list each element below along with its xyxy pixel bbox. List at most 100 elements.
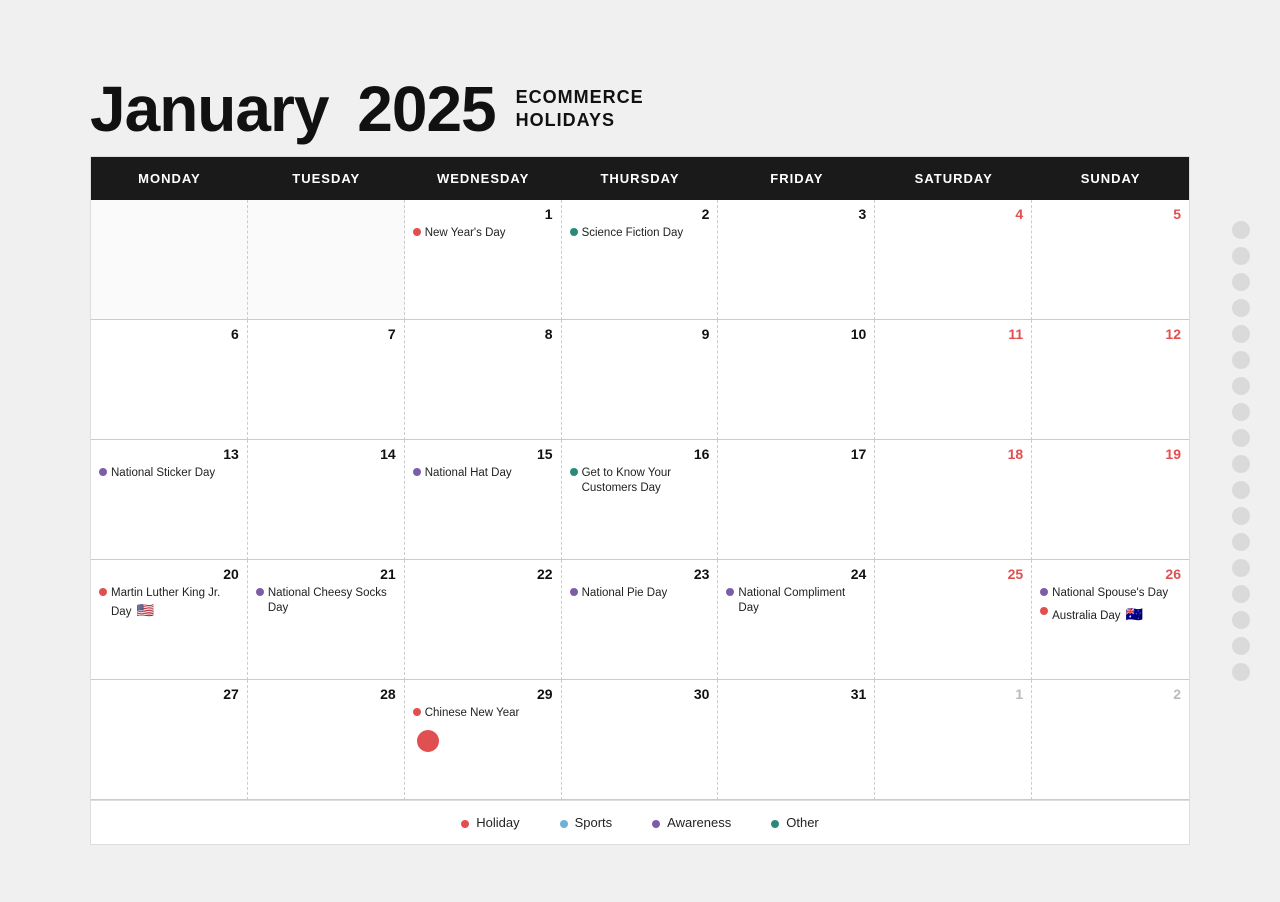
event-compliment-day: National Compliment Day xyxy=(726,586,866,616)
calendar-cell-jan17: 17 xyxy=(718,440,875,560)
legend-holiday: Holiday xyxy=(461,815,519,830)
calendar-cell-jan6: 6 xyxy=(91,320,248,440)
calendar-cell-jan19: 19 xyxy=(1032,440,1189,560)
sidebar-dot[interactable] xyxy=(1232,481,1250,499)
calendar-cell-jan21: 21 National Cheesy Socks Day xyxy=(248,560,405,680)
sidebar-dot[interactable] xyxy=(1232,507,1250,525)
day-number: 9 xyxy=(570,326,710,342)
event-spouse-day: National Spouse's Day xyxy=(1040,586,1181,601)
day-number: 30 xyxy=(570,686,710,702)
holiday-legend-dot xyxy=(461,820,469,828)
awareness-dot xyxy=(570,588,578,596)
calendar-cell-jan24: 24 National Compliment Day xyxy=(718,560,875,680)
calendar-cell-jan29: 29 Chinese New Year xyxy=(405,680,562,800)
calendar-cell-jan28: 28 xyxy=(248,680,405,800)
legend-sports: Sports xyxy=(560,815,613,830)
calendar-cell-jan18: 18 xyxy=(875,440,1032,560)
sidebar-dot[interactable] xyxy=(1232,533,1250,551)
sidebar-dot[interactable] xyxy=(1232,585,1250,603)
calendar-cell-jan25: 25 xyxy=(875,560,1032,680)
awareness-dot xyxy=(1040,588,1048,596)
event-label: Martin Luther King Jr. Day 🇺🇸 xyxy=(111,586,239,620)
event-get-to-know-customers: Get to Know Your Customers Day xyxy=(570,466,710,496)
sidebar-dot[interactable] xyxy=(1232,247,1250,265)
calendar-cell-jan22: 22 xyxy=(405,560,562,680)
subtitle-line1: ECOMMERCE xyxy=(516,86,644,109)
day-number: 19 xyxy=(1040,446,1181,462)
event-label: Chinese New Year xyxy=(425,706,520,721)
sidebar-dot[interactable] xyxy=(1232,325,1250,343)
subtitle: ECOMMERCE HOLIDAYS xyxy=(516,86,644,133)
sidebar-dot[interactable] xyxy=(1232,403,1250,421)
event-label: National Pie Day xyxy=(582,586,668,601)
year-label: 2025 xyxy=(357,73,495,145)
legend-other: Other xyxy=(771,815,819,830)
event-pie-day: National Pie Day xyxy=(570,586,710,601)
sidebar-dot[interactable] xyxy=(1232,221,1250,239)
calendar-header: January 2025 ECOMMERCE HOLIDAYS xyxy=(90,57,1190,156)
event-australia-day: Australia Day 🇦🇺 xyxy=(1040,605,1181,624)
legend-awareness: Awareness xyxy=(652,815,731,830)
day-number: 27 xyxy=(99,686,239,702)
sidebar-dot[interactable] xyxy=(1232,299,1250,317)
event-label: National Spouse's Day xyxy=(1052,586,1168,601)
day-number: 6 xyxy=(99,326,239,342)
sidebar-dot[interactable] xyxy=(1232,559,1250,577)
sidebar-dot[interactable] xyxy=(1232,663,1250,681)
calendar-cell-feb1: 1 xyxy=(875,680,1032,800)
calendar-cell-jan16: 16 Get to Know Your Customers Day xyxy=(562,440,719,560)
day-number: 23 xyxy=(570,566,710,582)
day-number: 28 xyxy=(256,686,396,702)
day-number: 3 xyxy=(726,206,866,222)
weekday-tuesday: TUESDAY xyxy=(248,157,405,200)
page-wrapper: January 2025 ECOMMERCE HOLIDAYS MONDAY T… xyxy=(90,57,1190,845)
calendar-cell-jan30: 30 xyxy=(562,680,719,800)
sidebar-dot[interactable] xyxy=(1232,429,1250,447)
weekday-friday: FRIDAY xyxy=(718,157,875,200)
awareness-legend-dot xyxy=(652,820,660,828)
day-number: 2 xyxy=(570,206,710,222)
event-label: New Year's Day xyxy=(425,226,506,241)
day-number: 25 xyxy=(883,566,1023,582)
sidebar-dot[interactable] xyxy=(1232,351,1250,369)
event-label: National Hat Day xyxy=(425,466,512,481)
sidebar-dot[interactable] xyxy=(1232,637,1250,655)
legend-awareness-label: Awareness xyxy=(667,815,731,830)
event-mlk-day: Martin Luther King Jr. Day 🇺🇸 xyxy=(99,586,239,620)
calendar-cell-jan27: 27 xyxy=(91,680,248,800)
sidebar-dot[interactable] xyxy=(1232,455,1250,473)
event-label: Science Fiction Day xyxy=(582,226,684,241)
event-label: National Compliment Day xyxy=(738,586,866,616)
calendar-cell-jan10: 10 xyxy=(718,320,875,440)
day-number: 4 xyxy=(883,206,1023,222)
calendar-cell-jan31: 31 xyxy=(718,680,875,800)
calendar-cell-jan15: 15 National Hat Day xyxy=(405,440,562,560)
calendar-cell-jan14: 14 xyxy=(248,440,405,560)
calendar-cell-jan4: 4 xyxy=(875,200,1032,320)
day-number: 17 xyxy=(726,446,866,462)
sidebar-dot[interactable] xyxy=(1232,611,1250,629)
day-number: 14 xyxy=(256,446,396,462)
holiday-dot xyxy=(413,228,421,236)
calendar-cell-jan11: 11 xyxy=(875,320,1032,440)
day-number: 15 xyxy=(413,446,553,462)
awareness-dot xyxy=(413,468,421,476)
day-number: 16 xyxy=(570,446,710,462)
day-number: 13 xyxy=(99,446,239,462)
subtitle-line2: HOLIDAYS xyxy=(516,109,644,132)
holiday-dot xyxy=(99,588,107,596)
day-number: 26 xyxy=(1040,566,1181,582)
sidebar-dots xyxy=(1232,221,1250,681)
calendar-cell-jan12: 12 xyxy=(1032,320,1189,440)
sports-legend-dot xyxy=(560,820,568,828)
calendar-cell-empty xyxy=(248,200,405,320)
event-new-years-day: New Year's Day xyxy=(413,226,553,241)
event-national-sticker-day: National Sticker Day xyxy=(99,466,239,481)
other-dot xyxy=(570,228,578,236)
calendar-cell-feb2: 2 xyxy=(1032,680,1189,800)
awareness-dot xyxy=(726,588,734,596)
awareness-dot xyxy=(256,588,264,596)
sidebar-dot[interactable] xyxy=(1232,377,1250,395)
sidebar-dot[interactable] xyxy=(1232,273,1250,291)
day-number: 7 xyxy=(256,326,396,342)
